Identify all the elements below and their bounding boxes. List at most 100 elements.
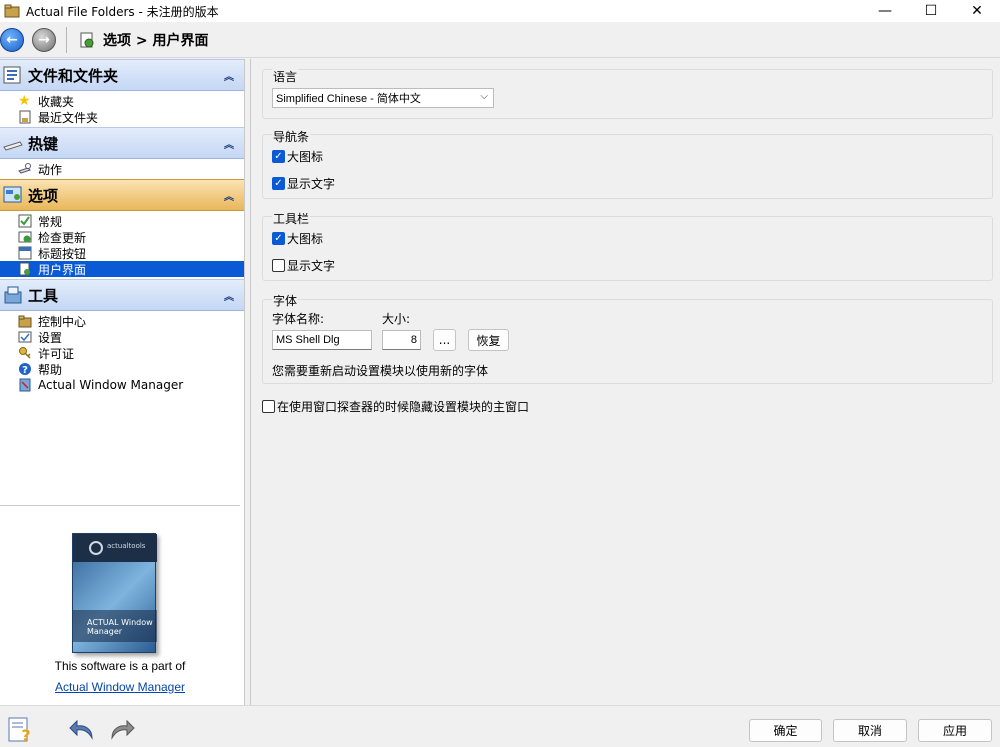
sidebar-item-label: 最近文件夹 (38, 110, 99, 125)
sidebar-item-label: 设置 (38, 330, 63, 345)
bottom-bar: ? 确定 取消 应用 (0, 705, 1000, 747)
font-name-label: 字体名称: (272, 312, 325, 326)
font-legend: 字体 (272, 292, 299, 309)
sidebar-item-favorites[interactable]: ★ 收藏夹 (0, 93, 244, 109)
sidebar-item-label: 许可证 (38, 346, 75, 361)
language-selected: Simplified Chinese - 简体中文 (276, 93, 421, 105)
checkbox-checked[interactable]: ✓ (272, 150, 285, 163)
license-icon (19, 347, 31, 359)
checkbox-unchecked[interactable] (272, 259, 285, 272)
sidebar-item-recent-folders[interactable]: 最近文件夹 (0, 109, 244, 125)
ok-button[interactable]: 确定 (749, 719, 822, 742)
font-size-label: 大小: (382, 312, 411, 326)
checkbox-checked[interactable]: ✓ (272, 177, 285, 190)
font-size-field[interactable]: 8 (382, 330, 421, 350)
undo-icon[interactable] (68, 716, 96, 744)
navigation-bar: ← → 选项 > 用户界面 (0, 22, 1000, 58)
hide-main-window-checkbox[interactable]: 在使用窗口探查器的时候隐藏设置模块的主窗口 (262, 398, 529, 415)
checkbox-label: 大图标 (287, 150, 324, 164)
toolbar-group (262, 216, 993, 281)
back-button[interactable]: ← (0, 27, 24, 52)
chevron-up-icon[interactable]: ︽ (224, 288, 234, 303)
sidebar-item-license[interactable]: 许可证 (0, 345, 244, 361)
sidebar-item-user-interface[interactable]: 用户界面 (0, 261, 244, 277)
sidebar-item-settings[interactable]: 设置 (0, 329, 244, 345)
minimize-button[interactable]: — (862, 0, 908, 22)
font-reset-button[interactable]: 恢复 (468, 329, 509, 351)
sidebar-item-help[interactable]: ? 帮助 (0, 361, 244, 377)
nav-separator (66, 26, 67, 53)
general-icon (18, 214, 32, 228)
cancel-button[interactable]: 取消 (833, 719, 907, 742)
help-icon: ? (19, 363, 31, 376)
navbar-large-icons-checkbox[interactable]: ✓ 大图标 (272, 148, 323, 165)
close-button[interactable]: ✕ (954, 0, 1000, 22)
language-select[interactable]: Simplified Chinese - 简体中文 ⌵ (272, 88, 494, 108)
checkbox-label: 显示文字 (287, 177, 336, 191)
maximize-button[interactable]: ☐ (908, 0, 954, 22)
group-files-folders[interactable]: 文件和文件夹 ︽ (0, 59, 244, 91)
awm-icon (19, 378, 31, 392)
sidebar-item-label: 检查更新 (38, 230, 87, 245)
checkbox-label: 显示文字 (287, 259, 336, 273)
svg-text:?: ? (22, 365, 28, 376)
sidebar-item-label: 帮助 (38, 362, 63, 377)
sidebar-item-actual-window-manager[interactable]: Actual Window Manager (0, 377, 244, 393)
recent-folder-icon (19, 110, 31, 124)
group-tools[interactable]: 工具 ︽ (0, 279, 244, 311)
font-restart-note: 您需要重新启动设置模块以使用新的字体 (272, 364, 489, 378)
sidebar-item-label: 用户界面 (38, 262, 87, 277)
settings-icon (18, 331, 32, 343)
font-browse-button[interactable]: ... (433, 329, 456, 351)
group-label: 工具 (28, 286, 59, 305)
checkbox-label: 在使用窗口探查器的时候隐藏设置模块的主窗口 (277, 400, 530, 414)
folder-list-icon (3, 66, 21, 84)
navbar-group (262, 134, 993, 199)
product-box-image: actualtools ACTUAL Window Manager (72, 533, 157, 653)
apply-button[interactable]: 应用 (918, 719, 992, 742)
toolbar-show-text-checkbox[interactable]: 显示文字 (272, 257, 335, 274)
panel-splitter[interactable] (245, 59, 251, 705)
promo-link[interactable]: Actual Window Manager (0, 680, 240, 694)
app-folder-icon (4, 4, 20, 18)
settings-panel: 语言 Simplified Chinese - 简体中文 ⌵ 导航条 ✓ 大图标… (252, 59, 1000, 705)
group-hotkeys[interactable]: 热键 ︽ (0, 127, 244, 159)
group-options[interactable]: 选项 ︽ (0, 179, 244, 211)
toolbar-large-icons-checkbox[interactable]: ✓ 大图标 (272, 230, 323, 247)
forward-button[interactable]: → (32, 27, 56, 52)
svg-text:?: ? (21, 726, 30, 744)
action-icon (18, 163, 31, 174)
font-name-field[interactable]: MS Shell Dlg (272, 330, 372, 350)
actualtools-logo-icon (89, 541, 103, 555)
sidebar: 文件和文件夹 ︽ ★ 收藏夹 最近文件夹 热键 ︽ 动作 选项 ︽ 常规 检查更… (0, 59, 245, 705)
redo-icon[interactable] (108, 716, 136, 744)
sidebar-item-title-buttons[interactable]: 标题按钮 (0, 245, 244, 261)
help-document-icon[interactable]: ? (6, 716, 34, 744)
checkbox-label: 大图标 (287, 232, 324, 246)
chevron-up-icon[interactable]: ︽ (224, 188, 234, 203)
title-buttons-icon (18, 246, 32, 260)
chevron-up-icon[interactable]: ︽ (224, 136, 234, 151)
navbar-show-text-checkbox[interactable]: ✓ 显示文字 (272, 175, 335, 192)
star-icon: ★ (18, 93, 31, 109)
sidebar-item-actions[interactable]: 动作 (0, 161, 244, 177)
options-icon (3, 186, 22, 203)
toolbar-legend: 工具栏 (272, 210, 311, 227)
tools-icon (4, 286, 22, 304)
user-interface-icon (80, 32, 94, 47)
checkbox-unchecked[interactable] (262, 400, 275, 413)
promo-text: This software is a part of (54, 659, 186, 673)
user-interface-icon (19, 262, 30, 276)
keyboard-icon (3, 141, 23, 151)
checkbox-checked[interactable]: ✓ (272, 232, 285, 245)
group-label: 文件和文件夹 (28, 66, 119, 85)
sidebar-item-general[interactable]: 常规 (0, 213, 244, 229)
navbar-legend: 导航条 (272, 128, 311, 145)
sidebar-item-label: 常规 (38, 214, 63, 229)
promo-divider (0, 505, 240, 506)
chevron-up-icon[interactable]: ︽ (224, 68, 234, 83)
sidebar-item-label: 收藏夹 (38, 94, 75, 109)
sidebar-item-check-updates[interactable]: 检查更新 (0, 229, 244, 245)
sidebar-item-label: 标题按钮 (38, 246, 87, 261)
sidebar-item-control-center[interactable]: 控制中心 (0, 313, 244, 329)
